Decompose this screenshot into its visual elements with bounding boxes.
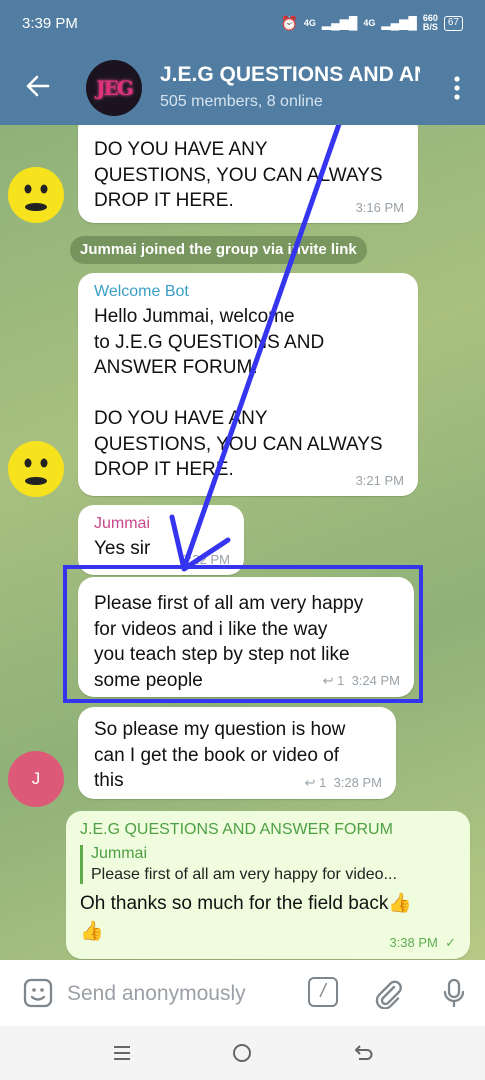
signal-icon-2: ▂▄▆█ (381, 16, 417, 30)
back-arrow-icon[interactable] (24, 72, 52, 100)
network-indicator-2: 4G (363, 18, 376, 28)
group-title[interactable]: J.E.G QUESTIONS AND ANSWER FORUM (160, 63, 420, 87)
back-nav-icon[interactable] (352, 1042, 374, 1064)
bot-command-icon[interactable]: / (308, 977, 338, 1007)
battery-level: 67 (447, 16, 459, 28)
annotation-arrow (169, 125, 342, 572)
sticker-icon[interactable] (22, 977, 54, 1009)
net-speed: 660 B/S (423, 14, 438, 32)
status-bar: 3:39 PM ⏰ 4G ▂▄▆█ 4G ▂▄▆█ 660 B/S 67 (0, 0, 485, 50)
bot-command-label: / (320, 981, 326, 1002)
group-subtitle: 505 members, 8 online (160, 93, 323, 110)
attach-icon[interactable] (372, 977, 404, 1009)
message-input[interactable]: Send anonymously (67, 982, 246, 1006)
system-nav-bar (0, 1026, 485, 1080)
status-icons: ⏰ 4G ▂▄▆█ 4G ▂▄▆█ 660 B/S 67 (280, 14, 463, 32)
recent-apps-icon[interactable] (111, 1042, 133, 1064)
battery-icon: 67 (443, 15, 463, 31)
group-avatar-logo: JEG (96, 76, 134, 100)
network-indicator-1: 4G (303, 18, 316, 28)
microphone-icon[interactable] (438, 977, 470, 1009)
group-avatar[interactable]: JEG (86, 60, 142, 116)
composer-bar: Send anonymously / (0, 960, 485, 1026)
signal-icon-1: ▂▄▆█ (321, 16, 358, 30)
more-vert-icon[interactable] (453, 74, 461, 102)
status-time: 3:39 PM (22, 15, 78, 32)
message-list[interactable]: DO YOU HAVE ANY QUESTIONS, YOU CAN ALWAY… (0, 125, 485, 960)
net-speed-unit: B/S (422, 22, 438, 32)
alarm-icon: ⏰ (280, 14, 298, 31)
home-icon[interactable] (231, 1042, 253, 1064)
chat-header: JEG J.E.G QUESTIONS AND ANSWER FORUM 505… (0, 50, 485, 125)
